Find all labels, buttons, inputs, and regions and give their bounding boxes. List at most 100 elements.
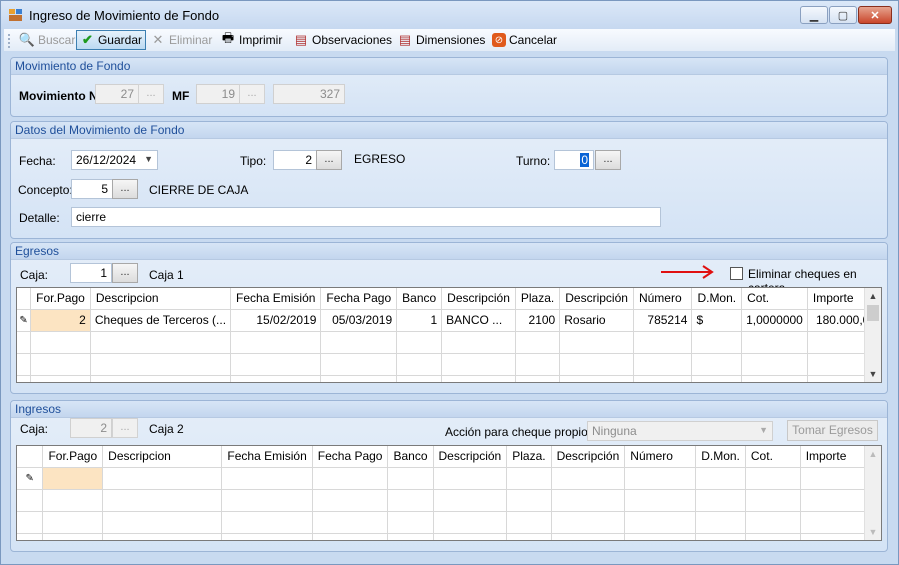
egresos-caja-field[interactable]: 1	[70, 263, 112, 283]
accion-cheque-select[interactable]: Ninguna ▼	[587, 421, 773, 441]
turno-lookup-button[interactable]: ...	[595, 150, 621, 170]
tipo-label: Tipo:	[240, 154, 267, 168]
table-row[interactable]	[17, 511, 881, 534]
fecha-value: 26/12/2024	[76, 153, 137, 167]
mf-field[interactable]: 19	[196, 84, 240, 104]
column-header[interactable]: Fecha Emisión	[230, 288, 322, 310]
app-icon	[9, 9, 22, 21]
chevron-down-icon[interactable]: ▼	[759, 425, 768, 435]
minimize-button[interactable]: ▁	[800, 6, 828, 24]
table-cell[interactable]: 05/03/2019	[320, 309, 398, 332]
chevron-down-icon[interactable]: ▼	[865, 524, 881, 540]
table-row[interactable]: ✎ 2 Cheques de Terceros (... 15/02/2019 …	[17, 309, 881, 332]
column-header[interactable]: Plaza.	[506, 446, 552, 468]
eliminar-cheques-checkbox[interactable]	[730, 267, 743, 280]
movimiento-n-label: Movimiento N	[19, 89, 98, 103]
column-header[interactable]: Descripción	[551, 446, 626, 468]
column-header[interactable]: Banco	[396, 288, 443, 310]
mf-lookup-button[interactable]: ...	[239, 84, 265, 104]
table-cell[interactable]: 785214	[633, 309, 693, 332]
column-header[interactable]: Plaza.	[515, 288, 561, 310]
scrollbar-thumb[interactable]	[867, 305, 879, 321]
concepto-lookup-button[interactable]: ...	[112, 179, 138, 199]
datos-group-title: Datos del Movimiento de Fondo	[11, 122, 887, 139]
fecha-datepicker[interactable]: 26/12/2024 ▼	[71, 150, 158, 170]
table-cell[interactable]	[42, 467, 104, 490]
table-row[interactable]	[17, 331, 881, 354]
detalle-field[interactable]: cierre	[71, 207, 661, 227]
table-cell[interactable]: $	[691, 309, 743, 332]
column-header[interactable]: Descripcion	[102, 446, 223, 468]
table-cell[interactable]: Rosario	[559, 309, 634, 332]
toolbar: 🔍 Buscar ✔ Guardar ✕ Eliminar 🖶 Imprimir…	[4, 29, 895, 51]
buscar-button[interactable]: 🔍 Buscar	[16, 30, 78, 50]
column-header[interactable]: Descripcion	[90, 288, 232, 310]
column-header[interactable]: Descripción	[559, 288, 634, 310]
column-header[interactable]: For.Pago	[30, 288, 91, 310]
column-header[interactable]: Número	[624, 446, 697, 468]
table-cell[interactable]: 1	[396, 309, 443, 332]
ingresos-caja-field[interactable]: 2	[70, 418, 112, 438]
column-header[interactable]: Fecha Pago	[312, 446, 389, 468]
ingresos-grid: For.Pago Descripcion Fecha Emisión Fecha…	[16, 445, 882, 541]
maximize-button[interactable]: ▢	[829, 6, 857, 24]
column-header[interactable]: Número	[633, 288, 693, 310]
eliminar-button[interactable]: ✕ Eliminar	[147, 30, 215, 50]
egresos-header-row: For.Pago Descripcion Fecha Emisión Fecha…	[17, 288, 881, 310]
table-cell[interactable]: Cheques de Terceros (...	[90, 309, 232, 332]
tipo-lookup-button[interactable]: ...	[316, 150, 342, 170]
table-row[interactable]	[17, 489, 881, 512]
table-cell[interactable]: 15/02/2019	[230, 309, 322, 332]
observaciones-button[interactable]: ▤ Observaciones	[290, 30, 395, 50]
imprimir-button[interactable]: 🖶 Imprimir	[217, 30, 285, 50]
column-header[interactable]: Cot.	[745, 446, 801, 468]
cancel-icon: ⊘	[492, 33, 506, 47]
cancelar-button[interactable]: ⊘ Cancelar	[489, 30, 560, 50]
tomar-egresos-button[interactable]: Tomar Egresos	[787, 420, 878, 441]
table-row[interactable]	[17, 353, 881, 376]
main-window: Ingreso de Movimiento de Fondo ▁ ▢ ✕ 🔍 B…	[0, 0, 899, 565]
guardar-label: Guardar	[97, 33, 142, 47]
table-row[interactable]	[17, 533, 881, 540]
table-cell[interactable]: BANCO ...	[441, 309, 516, 332]
column-header[interactable]: D.Mon.	[691, 288, 743, 310]
search-icon: 🔍	[18, 32, 36, 47]
chevron-up-icon[interactable]: ▲	[865, 288, 881, 304]
turno-field[interactable]: 0	[554, 150, 594, 170]
fecha-label: Fecha:	[19, 154, 56, 168]
table-cell[interactable]: 2100	[515, 309, 561, 332]
eliminar-label: Eliminar	[169, 33, 213, 47]
column-header[interactable]: Banco	[387, 446, 434, 468]
column-header[interactable]: Descripción	[433, 446, 508, 468]
concepto-field[interactable]: 5	[71, 179, 113, 199]
column-header[interactable]: D.Mon.	[695, 446, 746, 468]
movimiento-n-lookup-button[interactable]: ...	[138, 84, 164, 104]
ingresos-group: Ingresos Caja: 2 ... Caja 2 Acción para …	[10, 400, 888, 552]
column-header[interactable]: Fecha Emisión	[221, 446, 313, 468]
datos-group: Datos del Movimiento de Fondo Fecha: 26/…	[10, 121, 888, 239]
chevron-down-icon[interactable]: ▼	[144, 154, 153, 164]
movimiento-n-field[interactable]: 27	[95, 84, 139, 104]
table-cell[interactable]: 1,0000000	[741, 309, 808, 332]
table-row[interactable]	[17, 375, 881, 382]
table-cell[interactable]: 2	[30, 309, 91, 332]
guardar-button[interactable]: ✔ Guardar	[76, 30, 146, 50]
column-header[interactable]: Cot.	[741, 288, 808, 310]
egresos-caja-lookup-button[interactable]: ...	[112, 263, 138, 283]
column-header[interactable]: Fecha Pago	[320, 288, 398, 310]
ingresos-caja-lookup-button[interactable]: ...	[112, 418, 138, 438]
toolbar-grip[interactable]	[8, 34, 10, 48]
column-header[interactable]: Descripción	[441, 288, 516, 310]
movimiento-number-field[interactable]: 327	[273, 84, 345, 104]
chevron-up-icon[interactable]: ▲	[865, 446, 881, 462]
tipo-field[interactable]: 2	[273, 150, 317, 170]
chevron-down-icon[interactable]: ▼	[865, 366, 881, 382]
dimensiones-button[interactable]: ▤ Dimensiones	[394, 30, 488, 50]
table-row[interactable]: ✎	[17, 467, 881, 490]
close-button[interactable]: ✕	[858, 6, 892, 24]
column-header[interactable]: For.Pago	[42, 446, 104, 468]
egresos-vertical-scrollbar[interactable]: ▲ ▼	[864, 288, 881, 382]
movimiento-group-title: Movimiento de Fondo	[11, 58, 887, 75]
title-bar: Ingreso de Movimiento de Fondo ▁ ▢ ✕	[1, 1, 898, 29]
ingresos-vertical-scrollbar[interactable]: ▲ ▼	[864, 446, 881, 540]
